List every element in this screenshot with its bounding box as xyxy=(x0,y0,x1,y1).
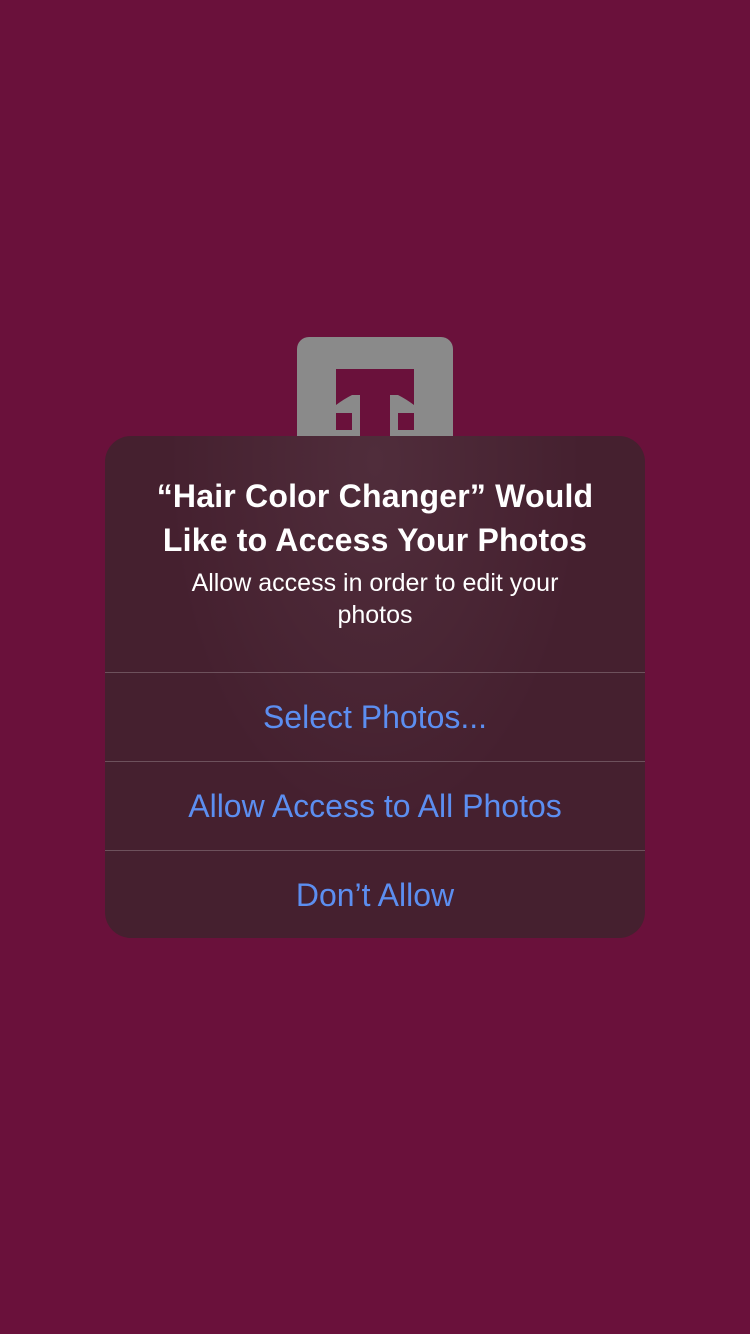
permission-alert: “Hair Color Changer” Would Like to Acces… xyxy=(105,436,645,938)
alert-header: “Hair Color Changer” Would Like to Acces… xyxy=(105,436,645,672)
dont-allow-button[interactable]: Don’t Allow xyxy=(105,851,645,938)
screen: “Hair Color Changer” Would Like to Acces… xyxy=(0,0,750,1334)
allow-all-photos-button[interactable]: Allow Access to All Photos xyxy=(105,762,645,850)
select-photos-button[interactable]: Select Photos... xyxy=(105,673,645,761)
alert-title: “Hair Color Changer” Would Like to Acces… xyxy=(156,478,594,558)
alert-message: Allow access in order to edit your photo… xyxy=(191,569,559,629)
